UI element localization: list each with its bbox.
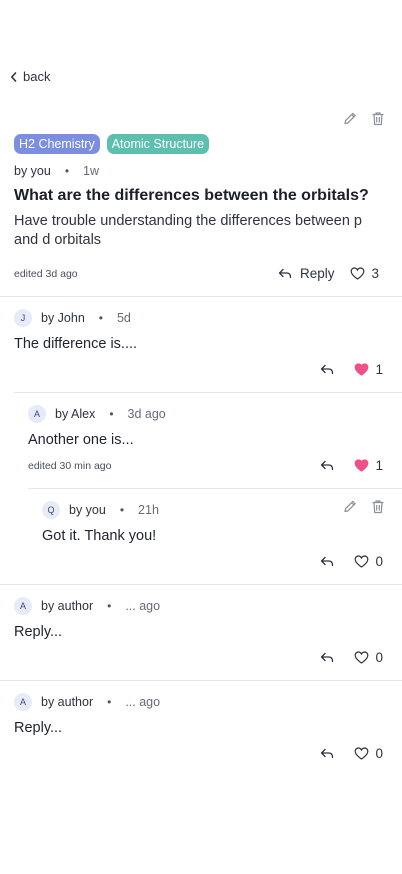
- delete-post-button[interactable]: [371, 111, 385, 126]
- reply-button[interactable]: [320, 460, 334, 471]
- comment-edited-label: edited 30 min ago: [28, 460, 112, 472]
- trash-icon: [372, 500, 384, 514]
- comment-time: ... ago: [125, 599, 161, 613]
- post-body: Have trouble understanding the differenc…: [14, 213, 362, 248]
- post-action-bar: Reply 3: [278, 266, 379, 281]
- comment-action-bar: 1: [320, 458, 383, 473]
- comment-time: 5d: [116, 311, 131, 325]
- comment-author: by Alex: [55, 407, 96, 421]
- like-count: 0: [375, 554, 383, 569]
- reply-arrow-icon: [321, 748, 334, 759]
- reply-arrow-icon: [321, 460, 334, 471]
- separator-dot: •: [98, 311, 103, 325]
- separator-dot: •: [107, 599, 112, 613]
- comment-meta: J by John • 5d: [14, 309, 131, 327]
- like-button[interactable]: 0: [354, 554, 383, 569]
- reply-button[interactable]: Reply: [278, 266, 335, 281]
- reply-arrow-icon: [321, 652, 334, 663]
- divider: [14, 392, 402, 393]
- reply-button[interactable]: [320, 748, 334, 759]
- like-button[interactable]: 0: [354, 650, 383, 665]
- reply-arrow-icon: [278, 268, 292, 279]
- comment-text: The difference is....: [14, 336, 138, 352]
- avatar: Q: [42, 501, 60, 519]
- heart-outline-icon: [355, 747, 369, 760]
- comment-action-bar: 0: [320, 746, 383, 761]
- comment-meta: A by author • ... ago: [14, 693, 160, 711]
- tag-list: H2 Chemistry Atomic Structure: [14, 134, 210, 154]
- post-title: What are the differences between the orb…: [14, 187, 369, 204]
- separator-dot: •: [119, 503, 125, 517]
- post-actions: [343, 111, 385, 126]
- divider: [28, 488, 402, 489]
- reply-button[interactable]: [320, 364, 334, 375]
- heart-filled-icon: [355, 459, 369, 472]
- comment-meta: A by author • ... ago: [14, 597, 160, 615]
- like-button[interactable]: 1: [354, 362, 383, 377]
- reply-button[interactable]: [320, 556, 334, 567]
- heart-outline-icon: [351, 267, 365, 280]
- heart-outline-icon: [355, 555, 369, 568]
- comment-author: by author: [41, 599, 94, 613]
- back-button[interactable]: back: [10, 69, 50, 84]
- comment-edit-actions: [343, 499, 385, 514]
- comment-text: Got it. Thank you!: [42, 528, 157, 544]
- avatar: A: [28, 405, 46, 423]
- reply-label: Reply: [299, 266, 335, 281]
- comment-author: by author: [41, 695, 94, 709]
- comment-action-bar: 0: [320, 650, 383, 665]
- heart-filled-icon: [355, 363, 369, 376]
- comment-text: Reply...: [14, 720, 63, 736]
- comment-text: Another one is...: [28, 432, 134, 448]
- divider: [0, 680, 402, 681]
- edit-post-button[interactable]: [343, 111, 357, 126]
- avatar: A: [14, 597, 32, 615]
- comment-time: ... ago: [125, 695, 161, 709]
- like-count: 1: [375, 458, 383, 473]
- avatar: J: [14, 309, 32, 327]
- comment-time: 21h: [138, 503, 159, 517]
- post-time: 1w: [83, 164, 100, 178]
- reply-button[interactable]: [320, 652, 334, 663]
- separator-dot: •: [107, 695, 112, 709]
- trash-icon: [372, 112, 384, 126]
- tag-h2-chemistry[interactable]: H2 Chemistry: [14, 134, 100, 154]
- pencil-icon: [344, 112, 356, 125]
- back-label: back: [23, 69, 51, 84]
- chevron-left-icon: [11, 71, 17, 82]
- comment-text: Reply...: [14, 624, 63, 640]
- comment-author: by John: [41, 311, 85, 325]
- like-button[interactable]: 0: [354, 746, 383, 761]
- like-count: 3: [371, 266, 379, 281]
- like-count: 1: [375, 362, 383, 377]
- comment-action-bar: 0: [320, 554, 383, 569]
- tag-atomic-structure[interactable]: Atomic Structure: [106, 134, 210, 154]
- separator-dot: •: [64, 164, 70, 178]
- separator-dot: •: [109, 407, 114, 421]
- edit-comment-button[interactable]: [343, 499, 357, 514]
- comment-meta: A by Alex • 3d ago: [28, 405, 166, 423]
- post-meta: by you • 1w: [14, 164, 99, 178]
- post-author: by you: [14, 164, 51, 178]
- heart-outline-icon: [355, 651, 369, 664]
- reply-arrow-icon: [321, 556, 334, 567]
- comment-action-bar: 1: [320, 362, 383, 377]
- avatar: A: [14, 693, 32, 711]
- divider: [0, 296, 402, 297]
- like-button[interactable]: 3: [350, 266, 379, 281]
- divider: [0, 584, 402, 585]
- post-edited-label: edited 3d ago: [14, 268, 78, 280]
- delete-comment-button[interactable]: [371, 499, 385, 514]
- comment-author: by you: [69, 503, 106, 517]
- comment-time: 3d ago: [127, 407, 166, 421]
- reply-arrow-icon: [321, 364, 334, 375]
- like-count: 0: [375, 746, 383, 761]
- like-count: 0: [375, 650, 383, 665]
- pencil-icon: [344, 500, 356, 513]
- like-button[interactable]: 1: [354, 458, 383, 473]
- comment-meta: Q by you • 21h: [42, 501, 159, 519]
